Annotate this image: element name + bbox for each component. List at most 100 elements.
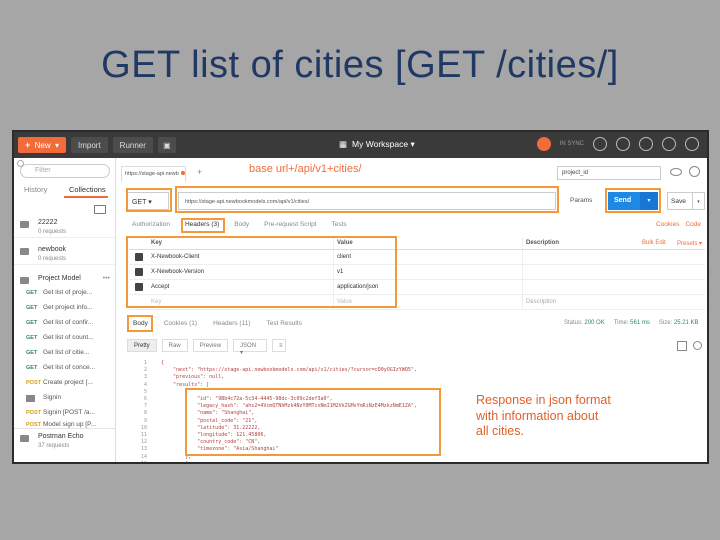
copy-icon[interactable]: [677, 341, 687, 351]
collection-count: 0 requests: [38, 229, 67, 235]
format-raw[interactable]: Raw: [161, 339, 188, 352]
request-name: Get list of proje...: [43, 289, 93, 296]
request-item[interactable]: POST Create project [...: [14, 376, 115, 391]
tab-test-results[interactable]: Test Results: [267, 320, 302, 327]
line-number: 6: [143, 396, 147, 402]
status-label: Status:: [564, 320, 583, 326]
code-link[interactable]: Code: [685, 221, 701, 228]
collection-item[interactable]: 22222 0 requests: [14, 218, 115, 238]
request-item[interactable]: GET Get list of conce...: [14, 361, 115, 376]
tab-collections[interactable]: Collections: [69, 185, 106, 194]
favorite-icon[interactable]: [662, 137, 676, 151]
more-icon[interactable]: •••: [103, 275, 110, 282]
request-links: Cookies Code: [656, 221, 701, 228]
eye-icon[interactable]: [670, 168, 682, 176]
save-dropdown-icon[interactable]: ▾: [693, 192, 705, 210]
collection-name: newbook: [38, 246, 67, 253]
line-number: 2: [143, 367, 147, 374]
folder-name: Signin: [43, 394, 62, 401]
request-item[interactable]: GET Get list of confir...: [14, 316, 115, 331]
folder-icon: [20, 435, 29, 442]
request-name: Get project info...: [43, 304, 93, 311]
folder-icon: [20, 221, 29, 228]
size-label: Size:: [658, 320, 673, 326]
sync-icon[interactable]: [536, 137, 551, 151]
line-number: 5: [143, 388, 147, 395]
bulk-edit-link[interactable]: Bulk Edit: [642, 240, 666, 246]
format-pretty[interactable]: Pretty: [127, 339, 157, 352]
new-collection-icon[interactable]: [94, 205, 106, 214]
method-badge: GET: [26, 335, 38, 341]
collection-item[interactable]: Project Model •••: [14, 274, 115, 286]
import-button[interactable]: Import: [71, 137, 108, 153]
add-tab-icon[interactable]: +: [197, 167, 202, 177]
filter-input[interactable]: Filter: [20, 164, 110, 178]
workspace-switcher[interactable]: ▦ My Workspace ▾: [339, 139, 415, 150]
new-description-input[interactable]: Description: [526, 299, 556, 305]
line-number: 3: [143, 374, 147, 381]
new-button-label: New: [34, 140, 51, 150]
runner-button[interactable]: Runner: [112, 137, 153, 153]
line-number: 14: [140, 453, 147, 460]
presets-dropdown[interactable]: Presets ▾: [677, 240, 702, 247]
tab-response-cookies[interactable]: Cookies (1): [164, 320, 197, 327]
format-select[interactable]: JSON ▾: [233, 339, 268, 356]
request-tabs: Authorization Headers (3) Body Pre-reque…: [132, 221, 347, 228]
line-number: 9: [143, 417, 147, 424]
request-item[interactable]: GET Get list of proje...: [14, 286, 115, 301]
tab-history[interactable]: History: [24, 185, 47, 194]
code-line: {: [161, 360, 165, 366]
method-badge: POST: [26, 410, 41, 416]
format-preview[interactable]: Preview: [192, 339, 229, 352]
wrap-icon[interactable]: ≡: [272, 339, 287, 352]
cookies-link[interactable]: Cookies: [656, 221, 679, 228]
tab-response-headers[interactable]: Headers (11): [213, 320, 250, 327]
request-tab[interactable]: https://stage-api.newb: [121, 166, 186, 182]
line-number: 7: [143, 403, 147, 410]
highlight-body-tab: [127, 315, 153, 332]
interceptor-icon[interactable]: [593, 137, 607, 151]
folder-icon: [20, 248, 29, 255]
line-number: 1: [143, 360, 147, 366]
new-window-icon[interactable]: ▣: [157, 137, 176, 153]
request-item[interactable]: GET Get project info...: [14, 301, 115, 316]
settings-icon[interactable]: [616, 137, 630, 151]
search-icon[interactable]: [693, 341, 702, 350]
slide-title: GET list of cities [GET /cities/]: [101, 44, 619, 86]
collection-item[interactable]: newbook 0 requests: [14, 245, 115, 265]
tab-authorization[interactable]: Authorization: [132, 221, 170, 228]
column-header: Description: [526, 240, 560, 246]
tab-body[interactable]: Body: [234, 221, 249, 228]
collection-name: Postman Echo: [38, 433, 84, 440]
sidebar: Filter History Collections 22222 0 reque…: [14, 158, 116, 462]
request-item[interactable]: GET Get list of count...: [14, 331, 115, 346]
folder-icon: [26, 395, 35, 402]
size-value: 25.21 KB: [673, 320, 699, 326]
collection-item[interactable]: Postman Echo 37 requests: [14, 428, 115, 462]
request-builder: https://stage-api.newb + project_id base…: [117, 158, 707, 462]
json-annotation-line: all cities.: [476, 424, 524, 438]
collection-name: 22222: [38, 219, 58, 226]
json-annotation: Response in json format with information…: [476, 393, 611, 440]
notifications-icon[interactable]: [639, 137, 653, 151]
line-number: 12: [140, 439, 147, 446]
folder-item[interactable]: Signin: [14, 391, 115, 406]
highlight-url: [175, 186, 559, 213]
gear-icon[interactable]: [689, 166, 700, 177]
highlight-json-result: [185, 388, 441, 456]
request-item[interactable]: GET Get list of citie...: [14, 346, 115, 361]
params-button[interactable]: Params: [562, 192, 602, 210]
line-number: 4: [143, 381, 147, 388]
collection-count: 37 requests: [38, 443, 70, 449]
tab-tests[interactable]: Tests: [332, 221, 347, 228]
new-button[interactable]: + New ▾: [18, 137, 66, 153]
format-bar: Pretty Raw Preview JSON ▾ ≡: [127, 339, 287, 356]
environment-select[interactable]: project_id: [557, 166, 661, 180]
highlight-send: [605, 188, 661, 213]
line-number: 10: [140, 424, 147, 431]
response-status: Status: 200 OK Time: 561 ms Size: 25.21 …: [564, 320, 699, 326]
request-tab-label: https://stage-api.newb: [125, 171, 179, 177]
save-button[interactable]: Save: [667, 192, 693, 210]
tab-pre-request-script[interactable]: Pre-request Script: [264, 221, 316, 228]
avatar[interactable]: [685, 137, 699, 151]
